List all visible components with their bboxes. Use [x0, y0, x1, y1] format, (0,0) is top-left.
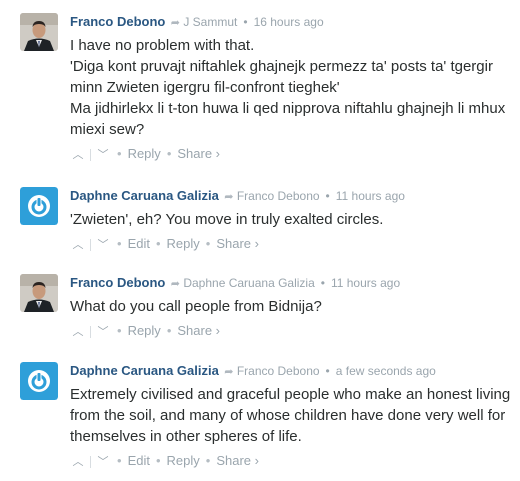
chevron-down-icon[interactable]: ﹀ — [95, 147, 111, 164]
separator-dot: • — [205, 453, 211, 468]
comment-header: Daphne Caruana Galizia ➦ Franco Debono • 11 … — [70, 187, 515, 206]
comment-header: Daphne Caruana Galizia ➦ Franco Debono • a f… — [70, 362, 515, 381]
separator-dot: • — [205, 236, 211, 251]
vote-divider — [90, 238, 91, 251]
comment-timestamp[interactable]: 16 hours ago — [254, 15, 324, 29]
comment-footer: ︿ ﹀ • Edit • Reply • Share › — [70, 452, 515, 471]
chevron-down-icon[interactable]: ﹀ — [95, 237, 111, 254]
chevron-up-icon[interactable]: ︿ — [70, 147, 86, 164]
chevron-down-icon[interactable]: ﹀ — [95, 454, 111, 471]
reply-button[interactable]: Reply — [167, 453, 200, 468]
separator-dot: • — [155, 453, 161, 468]
comment-footer: ︿ ﹀ • Reply • Share › — [70, 322, 515, 341]
chevron-up-icon[interactable]: ︿ — [70, 454, 86, 471]
comment-footer: ︿ ﹀ • Edit • Reply • Share › — [70, 235, 515, 254]
comment-timestamp[interactable]: a few seconds ago — [336, 364, 436, 378]
comment-message: Extremely civilised and graceful people … — [70, 384, 515, 447]
chevron-up-icon[interactable]: ︿ — [70, 324, 86, 341]
user-photo-icon — [20, 13, 58, 51]
comment-header: Franco Debono ➦ J Sammut • 16 hours ago — [70, 13, 515, 32]
edit-button[interactable]: Edit — [128, 236, 150, 251]
reply-arrow-icon: ➦ — [224, 191, 234, 203]
author-name[interactable]: Daphne Caruana Galizia — [70, 188, 219, 203]
separator-dot: • — [117, 236, 122, 251]
separator-dot: • — [243, 15, 248, 29]
power-icon — [20, 362, 58, 400]
avatar[interactable] — [20, 274, 58, 312]
message-line: 'Diga kont pruvajt niftahlek ghajnejk pe… — [70, 58, 493, 96]
separator-dot: • — [320, 276, 325, 290]
author-name[interactable]: Franco Debono — [70, 275, 165, 290]
reply-button[interactable]: Reply — [128, 146, 161, 161]
comment-message: I have no problem with that. 'Diga kont … — [70, 35, 515, 140]
comment-footer: ︿ ﹀ • Reply • Share › — [70, 145, 515, 164]
reply-arrow-icon: ➦ — [170, 278, 180, 290]
vote-divider — [90, 148, 91, 161]
message-line: Extremely civilised and graceful people … — [70, 386, 511, 445]
author-name[interactable]: Franco Debono — [70, 14, 165, 29]
reply-button[interactable]: Reply — [167, 236, 200, 251]
reply-arrow-icon: ➦ — [224, 366, 234, 378]
avatar[interactable] — [20, 13, 58, 51]
comment-message: 'Zwieten', eh? You move in truly exalted… — [70, 209, 515, 230]
chevron-up-icon[interactable]: ︿ — [70, 237, 86, 254]
separator-dot: • — [325, 364, 330, 378]
message-line: What do you call people from Bidnija? — [70, 298, 322, 315]
parent-author-link[interactable]: Daphne Caruana Galizia — [183, 276, 314, 290]
parent-author-link[interactable]: Franco Debono — [237, 364, 320, 378]
chevron-down-icon[interactable]: ﹀ — [95, 324, 111, 341]
separator-dot: • — [117, 453, 122, 468]
author-name[interactable]: Daphne Caruana Galizia — [70, 363, 219, 378]
separator-dot: • — [155, 236, 161, 251]
user-photo-icon — [20, 274, 58, 312]
power-icon — [20, 187, 58, 225]
separator-dot: • — [166, 146, 172, 161]
reply-button[interactable]: Reply — [128, 323, 161, 338]
separator-dot: • — [117, 146, 122, 161]
avatar[interactable] — [20, 187, 58, 225]
comment-message: What do you call people from Bidnija? — [70, 296, 515, 317]
comment-thread: Franco Debono ➦ J Sammut • 16 hours ago I ha… — [0, 0, 520, 481]
parent-author-link[interactable]: J Sammut — [183, 15, 237, 29]
share-button[interactable]: Share › — [177, 146, 220, 161]
comment-timestamp[interactable]: 11 hours ago — [331, 276, 400, 290]
parent-author-link[interactable]: Franco Debono — [237, 189, 320, 203]
reply-arrow-icon: ➦ — [170, 17, 180, 29]
edit-button[interactable]: Edit — [128, 453, 150, 468]
separator-dot: • — [325, 189, 330, 203]
vote-divider — [90, 325, 91, 338]
comment-timestamp[interactable]: 11 hours ago — [336, 189, 405, 203]
separator-dot: • — [117, 323, 122, 338]
vote-divider — [90, 455, 91, 468]
share-button[interactable]: Share › — [216, 453, 259, 468]
avatar[interactable] — [20, 362, 58, 400]
message-line: I have no problem with that. — [70, 37, 255, 54]
share-button[interactable]: Share › — [216, 236, 259, 251]
comment-header: Franco Debono ➦ Daphne Caruana Galizia • 11 … — [70, 274, 515, 293]
message-line: 'Zwieten', eh? You move in truly exalted… — [70, 211, 384, 228]
share-button[interactable]: Share › — [177, 323, 220, 338]
separator-dot: • — [166, 323, 172, 338]
message-line: Ma jidhirlekx li t-ton huwa li qed nippr… — [70, 100, 506, 138]
